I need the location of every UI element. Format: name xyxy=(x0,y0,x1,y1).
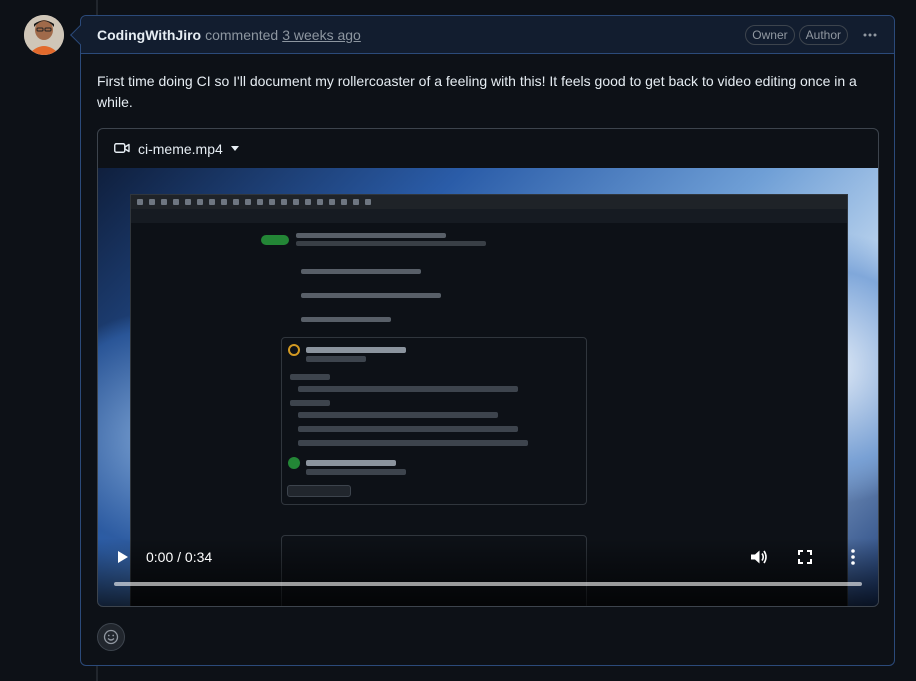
comment-header: CodingWithJiro commented 3 weeks ago Own… xyxy=(70,16,894,54)
comment-action: commented xyxy=(205,26,279,43)
chevron-down-icon xyxy=(230,146,239,151)
frame-pending-icon xyxy=(288,344,300,356)
comment-body: First time doing CI so I'll document my … xyxy=(97,73,857,110)
frame-text-line xyxy=(301,293,441,298)
frame-address-bar xyxy=(131,209,847,223)
frame-text-line xyxy=(296,241,486,246)
author-avatar[interactable] xyxy=(24,15,64,55)
video-icon xyxy=(114,141,130,157)
badges: Owner Author xyxy=(745,25,878,45)
frame-checks-panel xyxy=(281,337,587,505)
fullscreen-icon[interactable] xyxy=(798,550,812,564)
smiley-icon[interactable] xyxy=(97,623,125,651)
author-link[interactable]: CodingWithJiro xyxy=(97,27,201,43)
attachment-header[interactable]: ci-meme.mp4 xyxy=(98,129,878,168)
frame-tab-strip xyxy=(131,195,847,209)
kebab-vertical-icon[interactable] xyxy=(851,549,855,565)
attachment-filename: ci-meme.mp4 xyxy=(138,140,223,157)
frame-text-line xyxy=(301,269,421,274)
video-player[interactable]: 0:00 / 0:34 xyxy=(98,168,878,606)
frame-text-line xyxy=(301,317,391,322)
play-icon[interactable] xyxy=(118,551,128,563)
video-attachment: ci-meme.mp4 0:00 / 0:34 xyxy=(97,128,879,607)
frame-success-icon xyxy=(288,457,300,469)
volume-icon[interactable] xyxy=(750,549,768,565)
video-progress-bar[interactable] xyxy=(114,582,862,586)
owner-badge: Owner xyxy=(745,25,795,45)
author-badge: Author xyxy=(798,25,848,45)
kebab-horizontal-icon[interactable] xyxy=(862,27,878,44)
video-timecode: 0:00 / 0:34 xyxy=(146,549,213,565)
frame-text-line xyxy=(296,233,446,238)
frame-merge-button xyxy=(287,485,351,497)
comment-timestamp[interactable]: 3 weeks ago xyxy=(282,27,361,43)
header-pointer xyxy=(70,25,90,45)
comment-card: CodingWithJiro commented 3 weeks ago Own… xyxy=(70,15,895,666)
frame-open-pill xyxy=(261,235,289,245)
